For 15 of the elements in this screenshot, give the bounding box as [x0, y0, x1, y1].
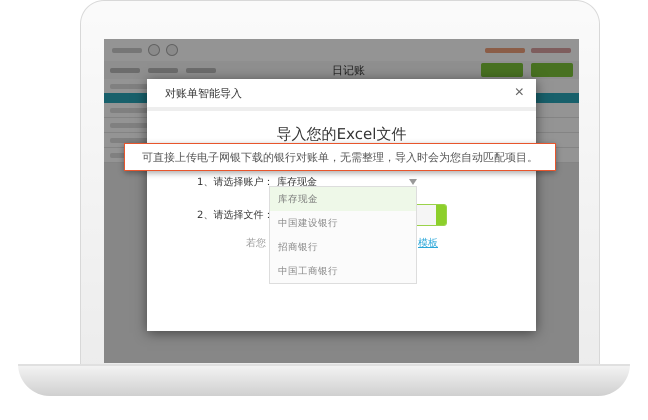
- dialog-heading: 导入您的Excel文件: [276, 125, 408, 144]
- account-label: 1、请选择账户：: [197, 176, 269, 189]
- template-link[interactable]: 模板: [418, 236, 438, 250]
- account-option[interactable]: 库存现金: [270, 187, 416, 211]
- account-option[interactable]: 中国建设银行: [270, 211, 416, 235]
- browse-button[interactable]: [436, 205, 446, 225]
- close-button[interactable]: ×: [514, 84, 524, 102]
- account-option[interactable]: 中国工商银行: [270, 259, 416, 283]
- account-option[interactable]: 招商银行: [270, 235, 416, 259]
- file-label: 2、请选择文件：: [197, 208, 269, 222]
- callout-note: 可直接上传电子网银下载的银行对账单，无需整理，导入时会为您自动匹配项目。: [124, 143, 556, 171]
- dialog-title: 对账单智能导入: [165, 86, 242, 100]
- app-title: 日记账: [332, 62, 365, 78]
- hint-text: 若您: [246, 236, 266, 250]
- account-select[interactable]: 库存现金: [273, 174, 421, 190]
